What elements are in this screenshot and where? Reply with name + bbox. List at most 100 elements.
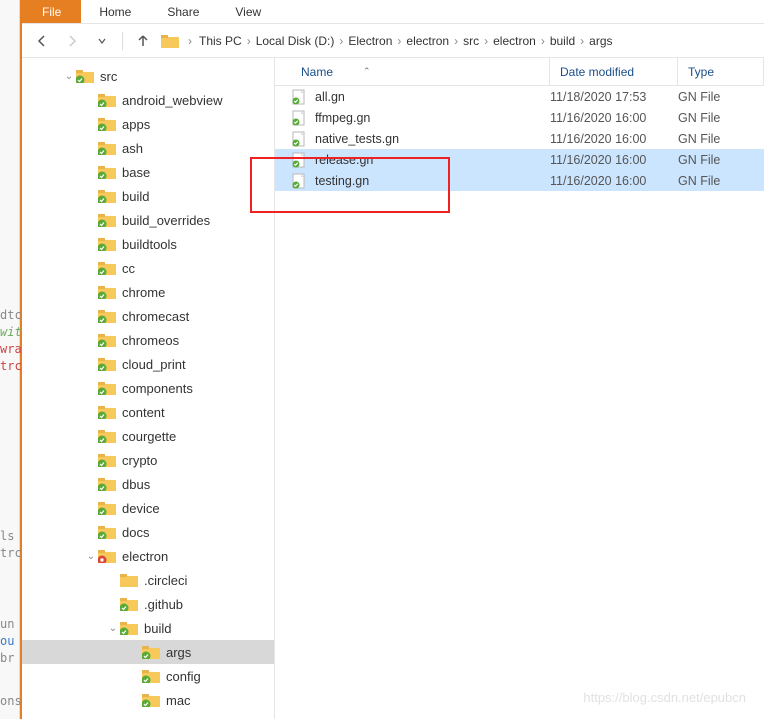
chevron-right-icon[interactable] [84,191,98,202]
chevron-right-icon[interactable] [128,671,142,682]
up-button[interactable] [131,29,155,53]
tree-item[interactable]: ⌄build [22,616,274,640]
folder-icon [161,34,179,48]
navigation-tree[interactable]: ⌄ src android_webview apps ash base build… [22,58,275,719]
tree-item-label: dbus [122,477,150,492]
chevron-right-icon[interactable] [84,479,98,490]
tree-item-label: src [100,69,117,84]
tree-item[interactable]: ash [22,136,274,160]
chevron-right-icon[interactable] [84,239,98,250]
file-row[interactable]: ffmpeg.gn11/16/2020 16:00GN File [275,107,764,128]
chevron-right-icon[interactable] [84,287,98,298]
background-code-fragment: wra [0,342,22,356]
tree-item[interactable]: mac [22,688,274,712]
chevron-right-icon[interactable] [84,359,98,370]
tree-item[interactable]: chrome [22,280,274,304]
chevron-right-icon[interactable] [84,311,98,322]
tree-item[interactable]: base [22,160,274,184]
chevron-right-icon[interactable] [128,647,142,658]
breadcrumb-segment[interactable]: args [587,34,614,48]
tree-item[interactable]: ⌄ src [22,64,274,88]
file-date: 11/16/2020 16:00 [550,174,678,188]
tree-item[interactable]: build [22,184,274,208]
chevron-right-icon[interactable] [84,215,98,226]
tree-item[interactable]: buildtools [22,232,274,256]
chevron-right-icon[interactable] [84,119,98,130]
tree-item[interactable]: .github [22,592,274,616]
ribbon-tab-file[interactable]: File [22,0,81,23]
breadcrumb[interactable]: › This PC›Local Disk (D:)›Electron›elect… [161,34,756,48]
breadcrumb-segment[interactable]: electron [404,34,451,48]
recent-dropdown[interactable] [90,29,114,53]
file-list[interactable]: all.gn11/18/2020 17:53GN Fileffmpeg.gn11… [275,86,764,719]
file-row[interactable]: release.gn11/16/2020 16:00GN File [275,149,764,170]
tree-item[interactable]: cc [22,256,274,280]
column-name[interactable]: Name⌃ [275,58,550,85]
chevron-right-icon[interactable] [84,503,98,514]
tree-item[interactable]: chromeos [22,328,274,352]
tree-item-label: courgette [122,429,176,444]
file-row[interactable]: native_tests.gn11/16/2020 16:00GN File [275,128,764,149]
ribbon-tab-share[interactable]: Share [149,0,217,23]
column-type[interactable]: Type [678,58,764,85]
chevron-right-icon[interactable] [84,95,98,106]
ribbon-tab-view[interactable]: View [217,0,279,23]
chevron-right-icon[interactable] [84,383,98,394]
breadcrumb-segment[interactable]: build [548,34,577,48]
tree-item-label: chrome [122,285,165,300]
tree-item[interactable]: crypto [22,448,274,472]
file-type: GN File [678,153,764,167]
tree-item[interactable]: apps [22,112,274,136]
tree-item[interactable]: device [22,496,274,520]
ribbon-tab-home[interactable]: Home [81,0,149,23]
tree-item-label: android_webview [122,93,222,108]
file-type: GN File [678,174,764,188]
chevron-right-icon[interactable] [106,575,120,586]
chevron-right-icon[interactable] [84,431,98,442]
tree-item[interactable]: config [22,664,274,688]
background-code-fragment: trc [0,546,22,560]
tree-item[interactable]: args [22,640,274,664]
tree-item-label: crypto [122,453,157,468]
tree-item[interactable]: chromecast [22,304,274,328]
tree-item[interactable]: dbus [22,472,274,496]
tree-item[interactable]: components [22,376,274,400]
tree-item[interactable]: courgette [22,424,274,448]
file-row[interactable]: testing.gn11/16/2020 16:00GN File [275,170,764,191]
tree-item[interactable]: docs [22,520,274,544]
chevron-right-icon[interactable] [84,143,98,154]
tree-item[interactable]: .circleci [22,568,274,592]
chevron-right-icon[interactable] [84,167,98,178]
chevron-right-icon[interactable] [106,599,120,610]
chevron-right-icon: › [394,34,404,48]
chevron-down-icon[interactable]: ⌄ [106,623,120,634]
back-button[interactable] [30,29,54,53]
file-row[interactable]: all.gn11/18/2020 17:53GN File [275,86,764,107]
tree-item[interactable]: ⌄electron [22,544,274,568]
background-code-fragment: ou [0,634,14,648]
tree-item[interactable]: cloud_print [22,352,274,376]
chevron-down-icon[interactable]: ⌄ [84,551,98,562]
chevron-right-icon[interactable] [84,263,98,274]
breadcrumb-segment[interactable]: electron [491,34,538,48]
chevron-down-icon[interactable]: ⌄ [62,71,76,82]
background-code-fragment: br [0,651,14,665]
breadcrumb-segment[interactable]: Electron [346,34,394,48]
tree-item[interactable]: android_webview [22,88,274,112]
chevron-right-icon[interactable] [84,335,98,346]
chevron-right-icon[interactable] [84,407,98,418]
column-date[interactable]: Date modified [550,58,678,85]
file-name: release.gn [315,153,373,167]
sort-indicator-icon: ⌃ [363,66,371,77]
breadcrumb-segment[interactable]: src [461,34,481,48]
chevron-right-icon[interactable] [84,455,98,466]
forward-button[interactable] [60,29,84,53]
chevron-right-icon[interactable] [128,695,142,706]
explorer-window: File Home Share View › This PC›Local Dis… [20,0,764,719]
tree-item[interactable]: build_overrides [22,208,274,232]
chevron-right-icon[interactable] [84,527,98,538]
breadcrumb-segment[interactable]: Local Disk (D:) [254,34,337,48]
background-code-fragment: trc [0,359,22,373]
breadcrumb-segment[interactable]: This PC [197,34,244,48]
tree-item[interactable]: content [22,400,274,424]
